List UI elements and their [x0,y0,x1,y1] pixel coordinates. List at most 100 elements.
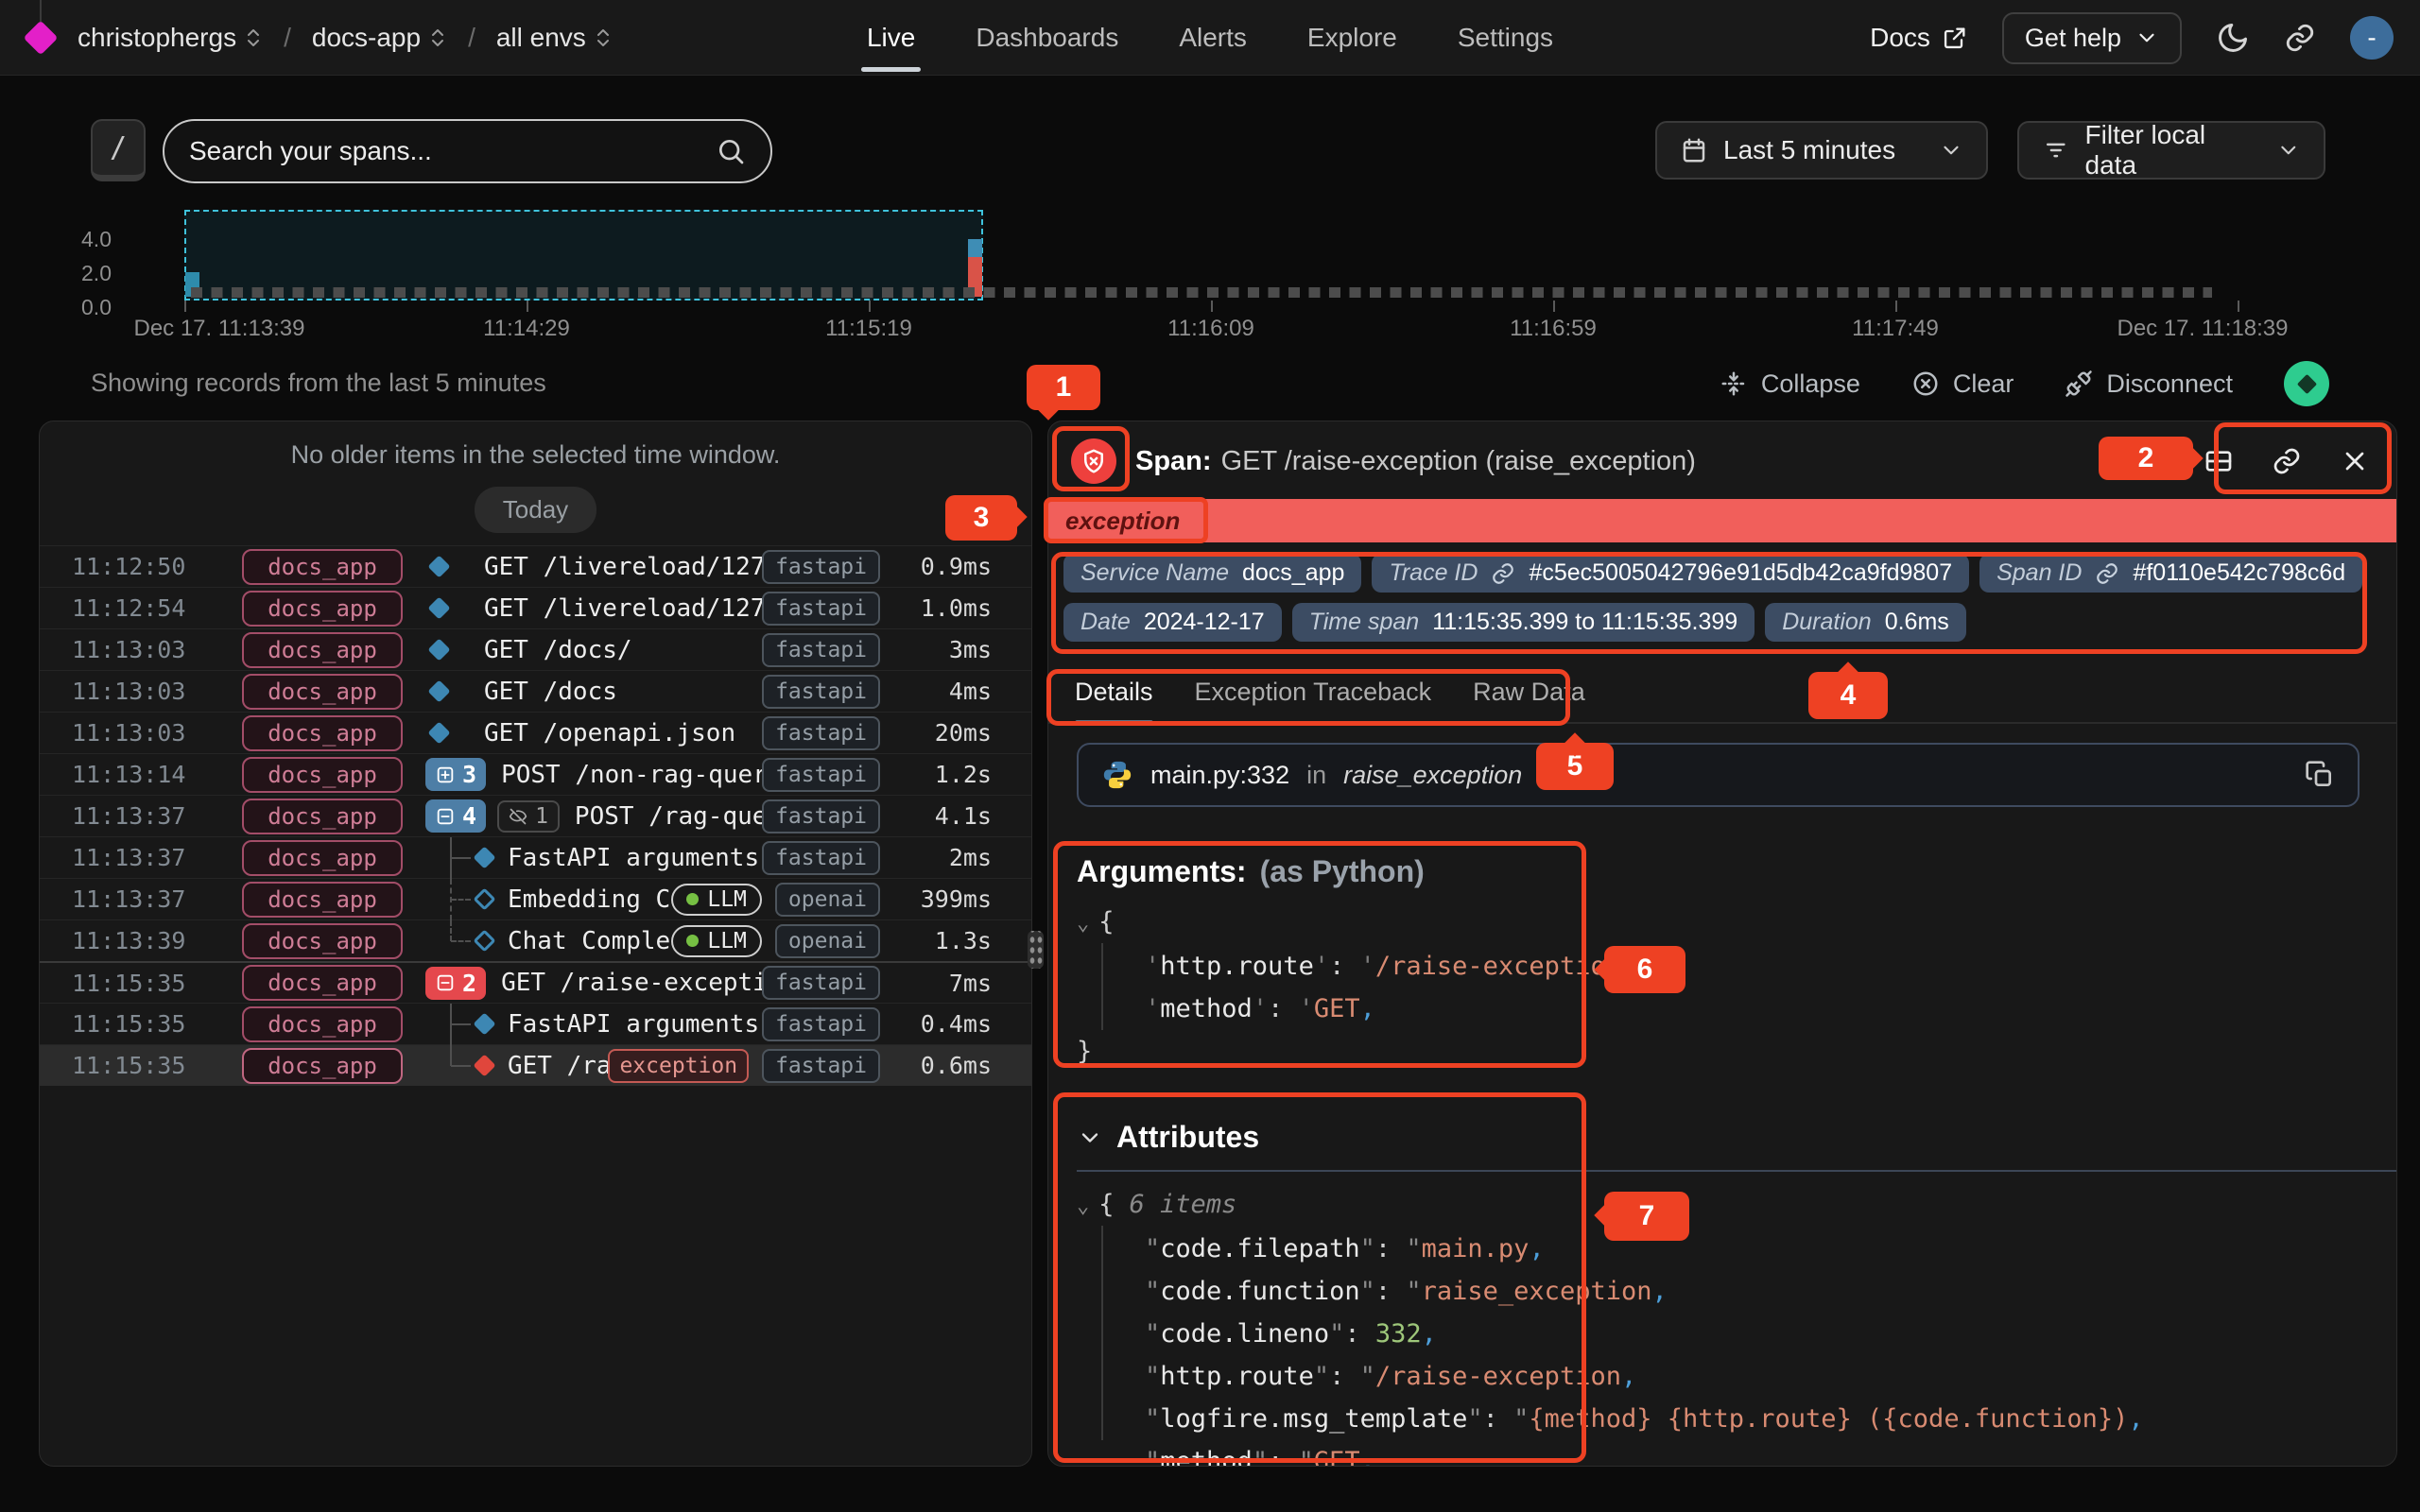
span-name: GET /docs [484,678,762,706]
breadcrumb-env[interactable]: all envs [496,23,613,53]
span-meta-chips: Service Name docs_app Trace ID #c5ec5005… [1048,542,2396,642]
tab-settings[interactable]: Settings [1458,0,1553,76]
span-row[interactable]: 11:13:03 docs_app GET /docs/ fastapi 3ms [40,628,1031,670]
filter-label: Filter local data [2085,120,2262,180]
attr-value: {method} {http.route} ({code.function}) [1513,1404,2144,1434]
span-row-selected[interactable]: 11:15:35 docs_app GET /raise-exception …… [40,1044,1031,1086]
sort-chevrons-icon [428,26,447,49]
span-count-timeline-chart[interactable]: 4.0 2.0 0.0 Dec 17. 11:13:39 11:14:29 11… [0,198,2420,350]
span-name: FastAPI arguments [508,844,762,872]
x-axis-tickmark [1895,301,1897,312]
span-row[interactable]: 11:13:39 docs_app Chat Completion with '… [40,919,1031,961]
row-time: 11:15:35 [72,970,242,997]
theme-toggle-button[interactable] [2216,21,2250,55]
code-location-bar: main.py:332 in raise_exception [1077,743,2360,807]
chip-trace-id[interactable]: Trace ID #c5ec5005042796e91d5db42ca9fd98… [1372,554,1969,593]
search-input[interactable] [189,136,716,166]
span-name: POST /non-rag-query [501,761,762,789]
span-row[interactable]: 11:15:35 docs_app FastAPI arguments fast… [40,1003,1031,1044]
attr-key: logfire.msg_template [1145,1404,1483,1434]
hidden-spans-badge[interactable]: 1 [497,800,560,833]
annotation-badge-5: 5 [1536,743,1614,790]
today-button[interactable]: Today [475,487,596,533]
tab-exception-traceback[interactable]: Exception Traceback [1195,678,1432,722]
expand-children-badge[interactable]: 3 [425,758,486,791]
copy-button[interactable] [2305,760,2335,790]
diamond-icon [2296,373,2316,393]
source-tag: fastapi [762,550,880,584]
docs-link[interactable]: Docs [1870,23,1968,53]
tab-details[interactable]: Details [1075,678,1153,722]
collapse-children-badge-error[interactable]: 2 [425,967,486,1000]
collapse-children-badge[interactable]: 4 [425,799,486,833]
link-icon [2284,22,2316,54]
panel-resize-handle[interactable] [1028,931,1044,969]
span-search-bar[interactable] [163,119,772,183]
row-time: 11:13:39 [72,927,242,954]
tab-live[interactable]: Live [867,0,915,76]
span-name: GET /raise-exception [501,969,762,997]
clear-button[interactable]: Clear [1911,369,2014,399]
collapse-caret[interactable]: ⌄ [1077,1194,1089,1218]
span-name: FastAPI arguments [508,1010,762,1039]
span-row[interactable]: 11:12:50 docs_app GET /livereload/127036… [40,545,1031,587]
live-status-button[interactable] [2284,361,2329,406]
span-duration: 0.9ms [893,553,992,580]
span-duration: 1.2s [893,761,992,788]
span-row[interactable]: 11:13:14 docs_app 3 POST /non-rag-query … [40,753,1031,795]
logfire-logo-icon[interactable] [24,20,59,55]
chip-label: Service Name [1080,559,1229,587]
span-row[interactable]: 11:12:54 docs_app GET /livereload/127036… [40,587,1031,628]
x-axis-tickmark [1553,301,1555,312]
dock-panel-icon[interactable] [2204,446,2234,476]
source-tag: fastapi [762,758,880,792]
chip-span-id[interactable]: Span ID #f0110e542c798c6d [1979,554,2362,593]
service-tag: docs_app [242,757,403,793]
row-time: 11:15:35 [72,1052,242,1079]
sort-chevrons-icon [244,26,263,49]
service-tag: docs_app [242,923,403,959]
get-help-button[interactable]: Get help [2002,12,2182,64]
disconnect-button[interactable]: Disconnect [2065,369,2233,399]
span-row[interactable]: 11:13:37 docs_app 4 1 POST /rag-query fa… [40,795,1031,836]
exception-tag: exception [608,1049,749,1083]
tree-connector [425,1045,478,1087]
breadcrumb-org-label: christophergs [78,23,236,53]
x-axis-tick: Dec 17. 11:13:39 [133,316,304,342]
attr-key: code.function [1145,1277,1375,1306]
time-range-dropdown[interactable]: Last 5 minutes [1655,121,1988,180]
filter-local-data-dropdown[interactable]: Filter local data [2017,121,2325,180]
collapse-caret[interactable]: ⌄ [1077,912,1089,936]
span-diamond-icon [427,721,450,744]
arguments-subtitle: (as Python) [1260,854,1425,889]
span-duration: 3ms [893,636,992,663]
span-row[interactable]: 11:13:03 docs_app GET /docs fastapi 4ms [40,670,1031,712]
avatar-text: - [2367,23,2376,53]
share-link-button[interactable] [2284,22,2316,54]
span-row[interactable]: 11:13:03 docs_app GET /openapi.json fast… [40,712,1031,753]
tab-alerts[interactable]: Alerts [1179,0,1247,76]
close-icon[interactable] [2340,446,2370,476]
service-tag: docs_app [242,549,403,585]
collapse-button[interactable]: Collapse [1720,369,1860,399]
chart-bar-requests-segment[interactable] [968,239,982,257]
annotation-number: 3 [974,502,990,534]
user-avatar[interactable]: - [2350,16,2394,60]
calendar-icon [1680,136,1708,164]
top-nav: christophergs / docs-app / all envs Live… [0,0,2420,76]
annotation-badge-6: 6 [1604,946,1685,993]
tab-explore[interactable]: Explore [1307,0,1397,76]
copy-link-icon[interactable] [2272,446,2302,476]
attr-value: GET [1299,1447,1375,1467]
span-row[interactable]: 11:13:37 docs_app Embedding Creation wit… [40,878,1031,919]
span-title-text: GET /raise-exception (raise_exception) [1221,446,1696,476]
span-row[interactable]: 11:15:35 docs_app 2 GET /raise-exception… [40,961,1031,1003]
tab-raw-data[interactable]: Raw Data [1473,678,1585,722]
span-row[interactable]: 11:13:37 docs_app FastAPI arguments fast… [40,836,1031,878]
attributes-heading[interactable]: Attributes [1077,1120,2370,1155]
breadcrumb-org[interactable]: christophergs [78,23,263,53]
exception-shield-icon [1071,438,1116,484]
breadcrumb-project[interactable]: docs-app [312,23,447,53]
code-function-name: raise_exception [1343,761,1522,790]
tab-dashboards[interactable]: Dashboards [976,0,1118,76]
